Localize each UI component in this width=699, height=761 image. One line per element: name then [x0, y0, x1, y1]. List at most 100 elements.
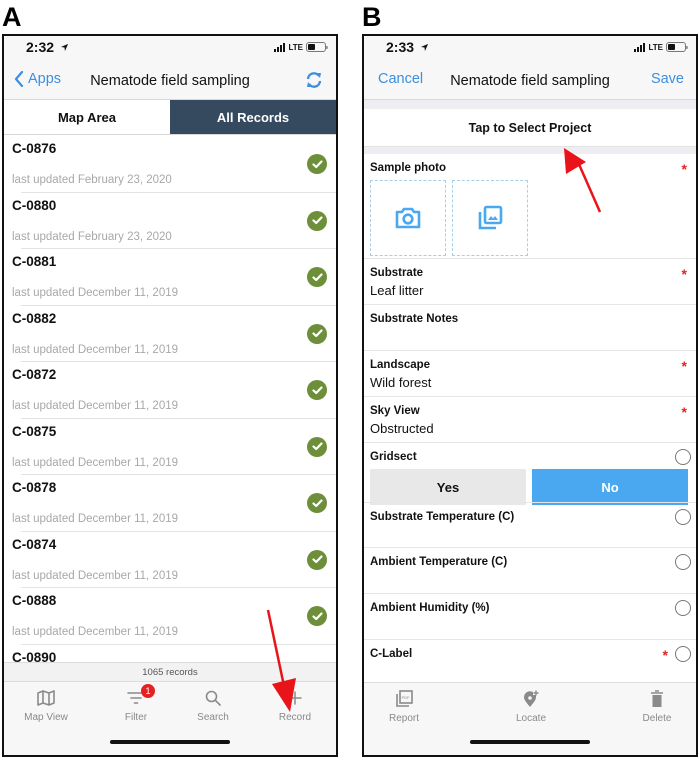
add-record-button[interactable]: Record [260, 688, 330, 723]
record-updated: last updated February 23, 2020 [12, 174, 172, 186]
record-updated: last updated December 11, 2019 [12, 569, 179, 582]
phone-screen-records-list: 2:32 LTE Apps Nematode field sampling Ma… [2, 34, 338, 757]
list-item[interactable]: C-0880 last updated February 23, 2020 [4, 193, 336, 250]
field-label: Sky View [370, 405, 420, 417]
field-label: Substrate [370, 267, 424, 279]
svg-text:PDF: PDF [402, 695, 411, 700]
bottom-toolbar: PDF Report Locate Delete [364, 682, 696, 755]
substrate-notes-field[interactable]: Substrate Notes [364, 305, 696, 351]
list-item[interactable]: C-0888 last updated December 11, 2019 [4, 588, 336, 645]
filter-button[interactable]: 1 Filter [101, 684, 171, 723]
cancel-button[interactable]: Cancel [378, 71, 423, 87]
status-bar: 2:32 LTE [4, 36, 336, 62]
synced-check-icon [307, 436, 327, 457]
list-item[interactable]: C-0874 last updated December 11, 2019 [4, 532, 336, 589]
record-id: C-0888 [12, 593, 57, 608]
signal-icon [274, 42, 286, 52]
field-value: Obstructed [370, 421, 434, 436]
info-icon[interactable] [675, 554, 691, 570]
sync-button[interactable] [304, 70, 324, 94]
navigation-bar: Cancel Nematode field sampling Save [364, 62, 696, 100]
choose-from-library-button[interactable] [452, 180, 528, 256]
synced-check-icon [307, 267, 327, 287]
plus-icon [288, 691, 302, 705]
record-updated: last updated December 11, 2019 [12, 626, 179, 638]
status-time: 2:33 [386, 39, 429, 55]
ambient-humidity-field[interactable]: Ambient Humidity (%) [364, 594, 696, 640]
location-arrow-icon [420, 43, 429, 52]
sample-photo-field: Sample photo * [364, 154, 696, 259]
record-id: C-0876 [12, 141, 57, 156]
list-item[interactable]: C-0872 last updated December 11, 2019 [4, 362, 336, 419]
record-updated: last updated December 11, 2019 [12, 456, 179, 469]
list-item[interactable]: C-0882 last updated December 11, 2019 [4, 306, 336, 363]
list-item[interactable]: C-0890 [4, 645, 336, 663]
info-icon[interactable] [675, 449, 691, 465]
select-project-button[interactable]: Tap to Select Project [364, 109, 696, 147]
search-button[interactable]: Search [178, 688, 248, 723]
field-label: Ambient Temperature (C) [370, 556, 508, 568]
required-marker: * [681, 358, 687, 374]
synced-check-icon [307, 154, 327, 174]
record-updated: last updated December 11, 2019 [12, 400, 179, 412]
map-view-button[interactable]: Map View [11, 688, 81, 723]
network-label: LTE [288, 42, 303, 52]
info-icon[interactable] [675, 600, 691, 616]
nav-title: Nematode field sampling [90, 72, 250, 89]
delete-button[interactable]: Delete [622, 689, 692, 724]
required-marker: * [662, 647, 668, 663]
synced-check-icon [307, 549, 327, 570]
field-label: Gridsect [370, 451, 417, 463]
trash-icon [651, 690, 663, 707]
info-icon[interactable] [675, 646, 691, 662]
list-item[interactable]: C-0876 last updated February 23, 2020 [4, 136, 336, 193]
home-indicator[interactable] [470, 740, 590, 744]
locate-button[interactable]: Locate [496, 689, 566, 724]
field-value: Wild forest [370, 375, 432, 390]
substrate-temperature-field[interactable]: Substrate Temperature (C) [364, 502, 696, 548]
phone-screen-record-form: 2:33 LTE Cancel Nematode field sampling … [362, 34, 698, 757]
records-list[interactable]: C-0876 last updated February 23, 2020 C-… [4, 136, 336, 662]
record-id: C-0881 [12, 254, 57, 269]
record-id: C-0875 [12, 423, 57, 439]
list-item[interactable]: C-0878 last updated December 11, 2019 [4, 475, 336, 532]
signal-icon [634, 42, 646, 52]
sync-icon [306, 72, 322, 88]
required-marker: * [681, 161, 687, 177]
record-id: C-0874 [12, 536, 57, 552]
status-bar: 2:33 LTE [364, 36, 696, 62]
status-time: 2:32 [26, 39, 69, 55]
list-item[interactable]: C-0875 last updated December 11, 2019 [4, 419, 336, 476]
camera-icon [395, 207, 421, 229]
tab-map-area[interactable]: Map Area [4, 100, 170, 134]
info-icon[interactable] [675, 509, 691, 525]
report-button[interactable]: PDF Report [369, 689, 439, 724]
field-label: Ambient Humidity (%) [370, 602, 490, 614]
no-option[interactable]: No [532, 469, 688, 505]
ambient-temperature-field[interactable]: Ambient Temperature (C) [364, 548, 696, 594]
record-updated: last updated December 11, 2019 [12, 287, 179, 299]
filter-count-badge: 1 [141, 684, 155, 698]
landscape-field[interactable]: Landscape * Wild forest [364, 351, 696, 397]
pdf-report-icon: PDF [396, 690, 413, 707]
required-marker: * [681, 404, 687, 420]
sky-view-field[interactable]: Sky View * Obstructed [364, 397, 696, 443]
home-indicator[interactable] [110, 740, 230, 744]
save-button[interactable]: Save [651, 71, 684, 87]
c-label-field[interactable]: C-Label * [364, 640, 696, 686]
battery-icon [666, 42, 688, 52]
record-id: C-0872 [12, 367, 57, 382]
back-button[interactable]: Apps [14, 71, 61, 87]
field-label: C-Label [370, 648, 413, 660]
synced-check-icon [307, 323, 327, 344]
list-item[interactable]: C-0881 last updated December 11, 2019 [4, 249, 336, 306]
substrate-field[interactable]: Substrate * Leaf litter [364, 259, 696, 305]
yes-option[interactable]: Yes [370, 469, 526, 505]
take-photo-button[interactable] [370, 180, 446, 256]
photo-library-icon [478, 205, 503, 230]
panel-label-a: A [2, 2, 22, 32]
chevron-left-icon [14, 71, 24, 87]
nav-title: Nematode field sampling [450, 72, 610, 89]
battery-icon [306, 42, 328, 52]
tab-all-records[interactable]: All Records [170, 100, 336, 134]
